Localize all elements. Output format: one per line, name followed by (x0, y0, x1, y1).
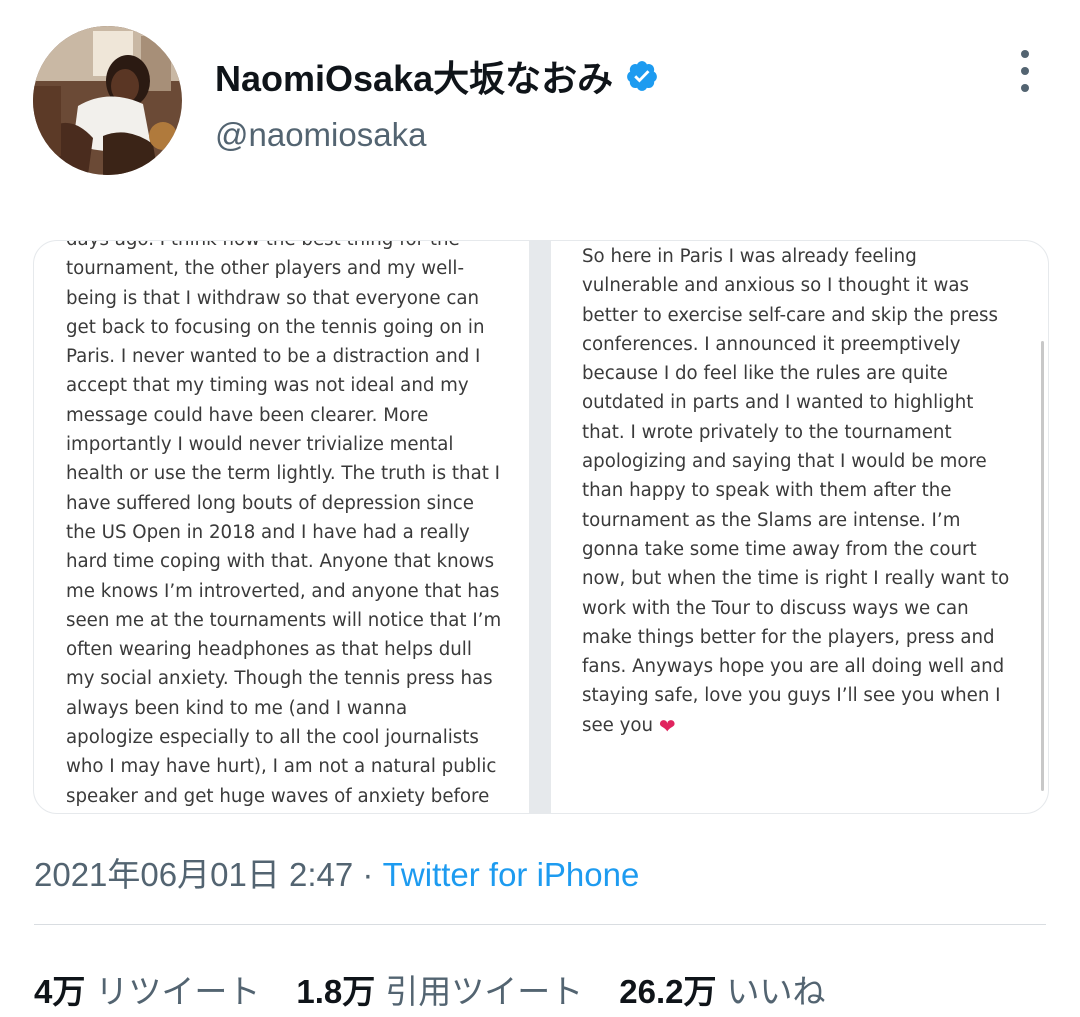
divider (34, 924, 1046, 925)
statement-text-body: So here in Paris I was already feeling v… (582, 246, 1010, 736)
media-image-left[interactable]: days ago. I think now the best thing for… (34, 241, 529, 813)
meta-separator: · (353, 856, 383, 893)
dot (1021, 50, 1029, 58)
statement-text-part-1: days ago. I think now the best thing for… (66, 241, 502, 807)
dot (1021, 84, 1029, 92)
tweet-metadata: 2021年06月01日 2:47 · Twitter for iPhone (34, 848, 639, 896)
media-image-right[interactable]: So here in Paris I was already feeling v… (551, 241, 1048, 813)
quote-tweets-stat[interactable]: 1.8万 引用ツイート (296, 965, 583, 1013)
display-name-text: NaomiOsaka大坂なおみ (215, 58, 614, 99)
engagement-stats: 4万 リツイート 1.8万 引用ツイート 26.2万 いいね (34, 965, 825, 1013)
quote-tweets-count: 1.8万 (296, 973, 376, 1010)
more-options-icon[interactable] (1010, 50, 1040, 92)
avatar[interactable] (33, 26, 182, 175)
statement-text-part-2: So here in Paris I was already feeling v… (582, 242, 1009, 741)
heart-icon: ❤ (658, 713, 676, 738)
source-link[interactable]: Twitter for iPhone (383, 856, 640, 893)
likes-label: いいね (726, 973, 826, 1010)
timestamp[interactable]: 2021年06月01日 2:47 (34, 856, 353, 893)
likes-count: 26.2万 (619, 973, 717, 1010)
quote-tweets-label: 引用ツイート (385, 973, 584, 1010)
scrollbar (1041, 341, 1044, 791)
dot (1021, 67, 1029, 75)
verified-badge-icon (625, 59, 659, 93)
avatar-photo (33, 26, 182, 175)
user-handle[interactable]: @naomiosaka (215, 116, 426, 154)
retweets-count: 4万 (34, 973, 86, 1010)
display-name[interactable]: NaomiOsaka大坂なおみ (215, 50, 659, 102)
retweets-label: リツイート (95, 973, 261, 1010)
likes-stat[interactable]: 26.2万 いいね (619, 965, 825, 1013)
retweets-stat[interactable]: 4万 リツイート (34, 965, 260, 1013)
tweet-media[interactable]: days ago. I think now the best thing for… (33, 240, 1049, 814)
